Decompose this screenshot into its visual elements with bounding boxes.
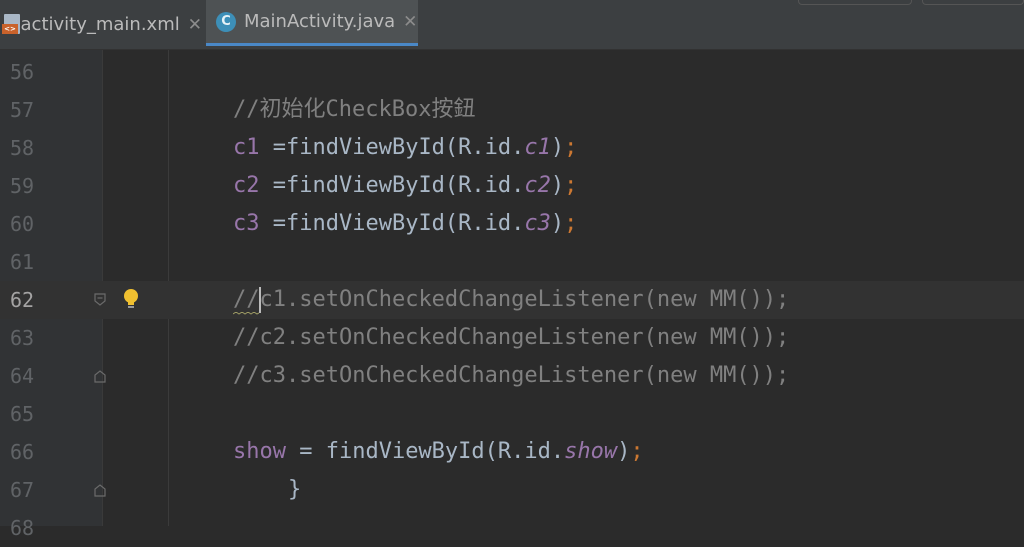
line-number: 56 — [10, 60, 35, 84]
code-line: 68 — [0, 509, 1024, 547]
code-line: 67 } — [0, 471, 1024, 509]
code-line-current: 62 //c1.setOnCheckedChangeListener(new M… — [0, 281, 1024, 319]
line-number: 64 — [10, 364, 35, 388]
tab-activity-main-xml[interactable]: <> activity_main.xml ✕ — [2, 0, 202, 49]
toolbar-button[interactable] — [922, 0, 1024, 5]
code-text[interactable]: c2 =findViewById(R.id.c2); — [233, 167, 577, 205]
line-number: 65 — [10, 402, 35, 426]
fold-end-icon[interactable] — [93, 483, 107, 497]
line-number: 58 — [10, 136, 35, 160]
line-number: 60 — [10, 212, 35, 236]
code-text[interactable]: c1 =findViewById(R.id.c1); — [233, 129, 577, 167]
code-text[interactable]: show = findViewById(R.id.show); — [233, 433, 644, 471]
fold-start-icon[interactable] — [93, 293, 107, 307]
line-number: 63 — [10, 326, 35, 350]
code-line: 61 — [0, 243, 1024, 281]
lightbulb-icon[interactable] — [122, 288, 140, 310]
closing-brace[interactable]: } — [288, 471, 301, 509]
code-line: 57 //初始化CheckBox按鈕 — [0, 91, 1024, 129]
code-line: 65 — [0, 395, 1024, 433]
line-number: 68 — [10, 516, 35, 540]
code-text[interactable]: //c2.setOnCheckedChangeListener(new MM()… — [233, 319, 789, 357]
text-cursor — [259, 287, 261, 313]
code-line: 59 c2 =findViewById(R.id.c2); — [0, 167, 1024, 205]
tab-main-activity-java[interactable]: C MainActivity.java ✕ — [206, 0, 418, 46]
warning-underline — [233, 312, 259, 315]
line-number: 62 — [10, 288, 35, 312]
code-line: 64 //c3.setOnCheckedChangeListener(new M… — [0, 357, 1024, 395]
tab-label: MainActivity.java — [244, 11, 396, 32]
code-text[interactable]: //c1.setOnCheckedChangeListener(new MM()… — [233, 281, 789, 319]
code-line: 66 show = findViewById(R.id.show); — [0, 433, 1024, 471]
code-text[interactable]: //c3.setOnCheckedChangeListener(new MM()… — [233, 357, 789, 395]
code-line: 63 //c2.setOnCheckedChangeListener(new M… — [0, 319, 1024, 357]
code-line: 56 — [0, 53, 1024, 91]
close-icon[interactable]: ✕ — [188, 15, 202, 35]
code-text[interactable]: c3 =findViewById(R.id.c3); — [233, 205, 577, 243]
code-line: 58 c1 =findViewById(R.id.c1); — [0, 129, 1024, 167]
line-number: 67 — [10, 478, 35, 502]
editor-tab-bar: <> activity_main.xml ✕ C MainActivity.ja… — [0, 0, 1024, 50]
code-line: 60 c3 =findViewById(R.id.c3); — [0, 205, 1024, 243]
line-number: 61 — [10, 250, 35, 274]
close-icon[interactable]: ✕ — [403, 12, 417, 32]
fold-end-icon[interactable] — [93, 369, 107, 383]
tab-label: activity_main.xml — [20, 14, 180, 35]
toolbar-button[interactable] — [798, 0, 912, 5]
line-number: 57 — [10, 98, 35, 122]
java-class-icon: C — [216, 11, 236, 32]
line-number: 66 — [10, 440, 35, 464]
xml-file-icon: <> — [2, 13, 20, 36]
code-text[interactable]: //初始化CheckBox按鈕 — [233, 91, 475, 129]
line-number: 59 — [10, 174, 35, 198]
